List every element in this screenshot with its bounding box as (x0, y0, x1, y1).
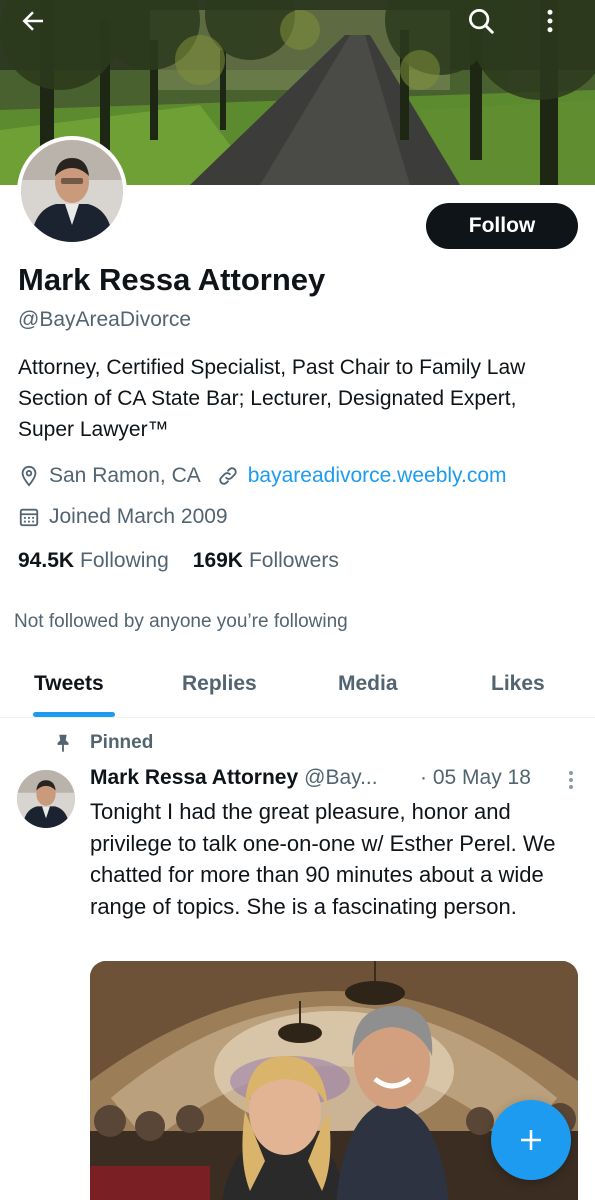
location-website-row: San Ramon, CA bayareadivorce.weebly.com (18, 461, 507, 491)
tab-media[interactable]: Media (338, 672, 398, 696)
not-followed-notice: Not followed by anyone you’re following (14, 611, 348, 632)
arrow-left-icon (22, 11, 43, 31)
profile-name: Mark Ressa Attorney (18, 262, 326, 297)
tab-likes[interactable]: Likes (491, 672, 545, 696)
profile-joined-date: Joined March 2009 (49, 505, 228, 528)
followers-label: Followers (248, 549, 339, 572)
tweet-author-name[interactable]: Mark Ressa Attorney (90, 766, 298, 790)
profile-bio: Attorney, Certified Specialist, Past Cha… (18, 356, 526, 441)
more-vertical-icon (569, 771, 573, 789)
search-icon (469, 9, 494, 34)
location-pin-icon (18, 465, 40, 487)
followers-count: 169K (192, 549, 243, 572)
tab-tweets[interactable]: Tweets (34, 672, 104, 696)
profile-tabs: Tweets Replies Media Likes (0, 660, 595, 718)
following-count: 94.5K (18, 549, 75, 572)
link-icon (217, 465, 239, 487)
follow-counts: 94.5K Following 169K Followers (18, 549, 339, 573)
compose-tweet-button[interactable] (491, 1100, 571, 1180)
profile-website-link[interactable]: bayareadivorce.weebly.com (248, 464, 507, 488)
plus-icon (521, 1130, 541, 1150)
followers-link[interactable]: 169K Followers (193, 549, 339, 573)
tweet-header: Mark Ressa Attorney @Bay... · 05 May 18 (90, 766, 580, 790)
tweet-author-avatar[interactable] (17, 770, 75, 828)
tweet-author-handle[interactable]: @Bay... (304, 766, 377, 790)
tweet-date[interactable]: · 05 May 18 (420, 766, 531, 790)
pinned-label-row: Pinned (52, 732, 153, 754)
following-label: Following (80, 549, 169, 572)
pinned-label: Pinned (90, 732, 154, 753)
search-button[interactable] (466, 6, 510, 50)
profile-handle: @BayAreaDivorce (18, 308, 192, 331)
following-link[interactable]: 94.5K Following (18, 549, 169, 573)
tweet-more-button[interactable] (560, 768, 582, 792)
profile-avatar[interactable] (17, 136, 127, 246)
avatar-image (21, 140, 123, 242)
more-vertical-icon (547, 9, 553, 33)
pin-icon (52, 732, 74, 754)
more-options-button[interactable] (535, 6, 579, 50)
tweet-text: Tonight I had the great pleasure, honor … (90, 799, 556, 919)
follow-button[interactable]: Follow (426, 203, 578, 249)
back-button[interactable] (18, 6, 62, 50)
tab-replies[interactable]: Replies (182, 672, 257, 696)
joined-row: Joined March 2009 (18, 502, 228, 532)
profile-location: San Ramon, CA (49, 464, 201, 487)
active-tab-indicator (33, 712, 115, 717)
calendar-icon (18, 506, 40, 528)
